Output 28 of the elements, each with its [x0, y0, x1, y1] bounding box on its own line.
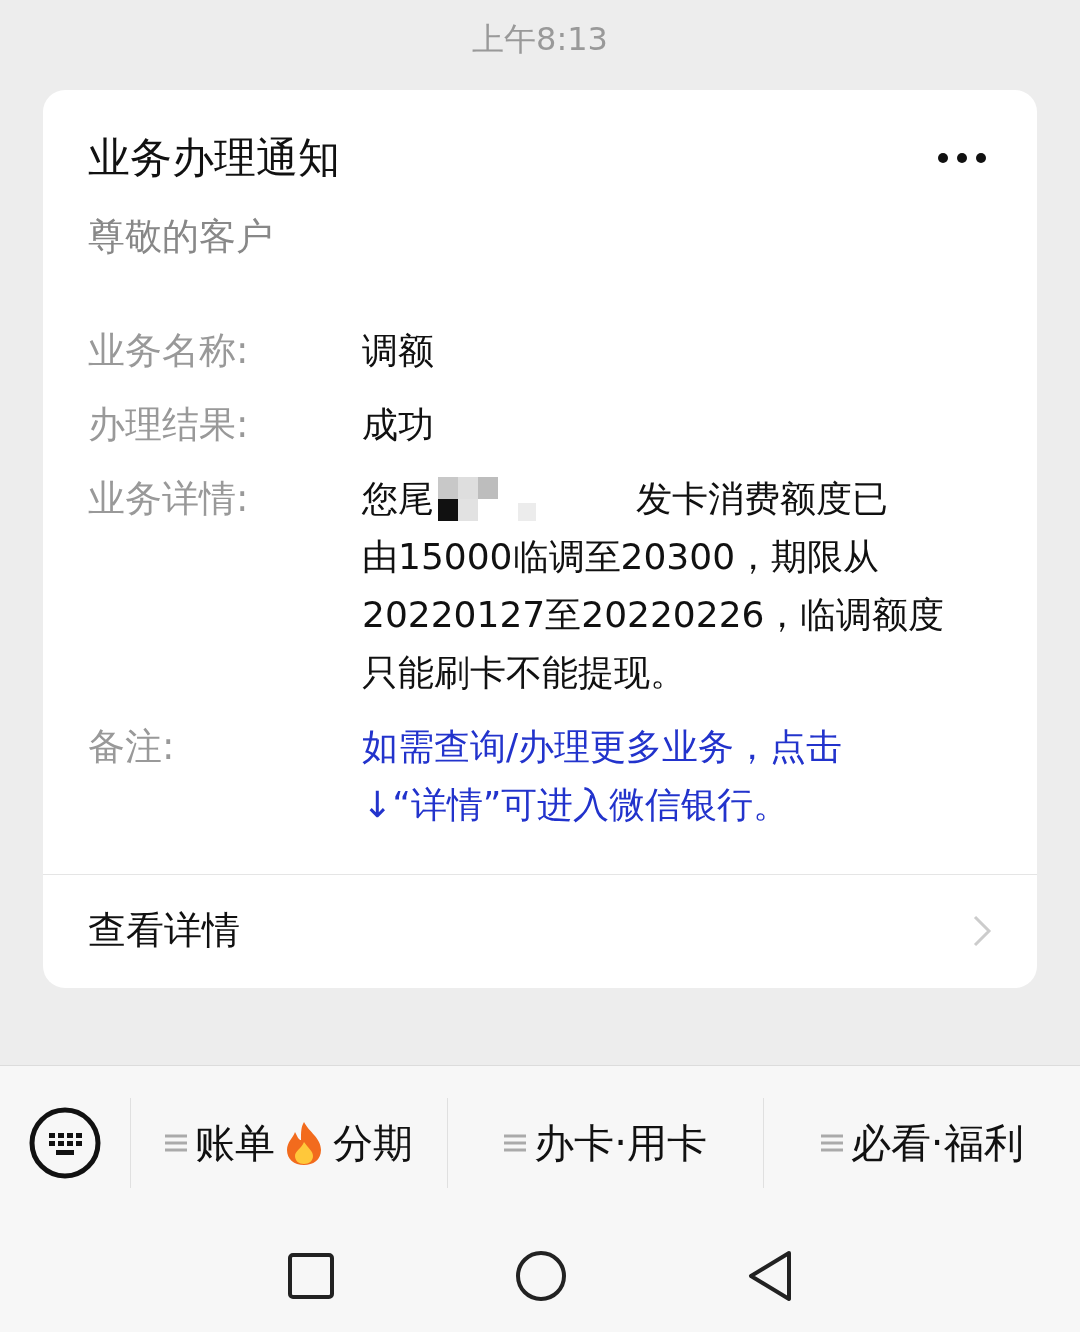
field-label: 业务详情: — [88, 476, 250, 522]
chevron-right-icon — [972, 913, 992, 948]
more-icon[interactable] — [937, 152, 987, 164]
keyboard-icon[interactable] — [28, 1106, 102, 1180]
menu-button[interactable]: 必看·福利 — [764, 1098, 1080, 1188]
detail-text: 由15000临调至20300，期限从 — [362, 535, 881, 579]
view-details-row[interactable]: 查看详情 — [43, 874, 1037, 988]
home-icon[interactable] — [515, 1250, 567, 1302]
status-time: 上午8:13 — [472, 19, 608, 60]
greeting-text: 尊敬的客户 — [87, 214, 274, 260]
menu-icon — [504, 1133, 527, 1153]
menu-button[interactable]: 账单 分期 — [131, 1098, 448, 1188]
back-icon[interactable] — [747, 1250, 793, 1302]
detail-text: 您尾 — [362, 477, 434, 521]
recent-apps-icon[interactable] — [287, 1252, 335, 1300]
note-link[interactable]: 如需查询/办理更多业务，点击 ↓“详情”可进入微信银行。 — [362, 718, 843, 834]
field-label: 业务名称: — [88, 328, 250, 374]
field-value: 调额 — [362, 329, 434, 373]
field-value: 成功 — [362, 403, 434, 447]
detail-text: 发卡消费额度已 — [636, 477, 888, 521]
menu-icon — [164, 1133, 187, 1153]
field-label: 办理结果: — [88, 402, 250, 448]
detail-text: 只能刷卡不能提现。 — [362, 651, 687, 695]
field-label: 备注: — [88, 724, 176, 770]
card-title: 业务办理通知 — [88, 132, 340, 184]
detail-text: 20220127至20220226，临调额度 — [362, 593, 945, 637]
menu-button[interactable]: 办卡·用卡 — [447, 1098, 765, 1188]
menu-icon — [820, 1133, 843, 1153]
